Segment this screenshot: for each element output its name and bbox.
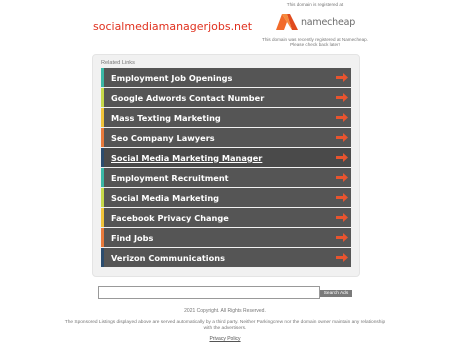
related-link-item[interactable]: Employment Job Openings: [101, 68, 351, 87]
related-link-label: Seo Company Lawyers: [111, 132, 215, 143]
related-link-label: Employment Job Openings: [111, 72, 233, 83]
related-link-item[interactable]: Google Adwords Contact Number: [101, 88, 351, 107]
disclaimer-text: The Sponsored Listings displayed above a…: [64, 320, 386, 331]
related-link-item[interactable]: Social Media Marketing: [101, 188, 351, 207]
arrow-right-icon: [336, 133, 348, 142]
arrow-right-icon: [336, 193, 348, 202]
arrow-right-icon: [336, 213, 348, 222]
arrow-right-icon: [336, 153, 348, 162]
arrow-right-icon: [336, 233, 348, 242]
related-link-item[interactable]: Verizon Communications: [101, 248, 351, 267]
domain-title: socialmediamanagerjobs.net: [93, 20, 253, 33]
arrow-right-icon: [336, 253, 348, 262]
arrow-right-icon: [336, 93, 348, 102]
related-link-item[interactable]: Find Jobs: [101, 228, 351, 247]
link-color-bar: [101, 188, 104, 207]
search-bar: Search Ads: [98, 286, 352, 299]
related-link-label: Social Media Marketing Manager: [111, 152, 263, 163]
registrar-block: This domain is registered at namecheap T…: [262, 2, 368, 48]
namecheap-icon: [275, 14, 298, 30]
link-color-bar: [101, 208, 104, 227]
link-color-bar: [101, 228, 104, 247]
link-color-bar: [101, 248, 104, 267]
related-links-heading: Related Links: [101, 60, 135, 66]
related-link-label: Social Media Marketing: [111, 192, 220, 203]
arrow-right-icon: [336, 73, 348, 82]
related-links-list: Employment Job Openings Google Adwords Co…: [101, 68, 351, 268]
namecheap-logo[interactable]: namecheap: [262, 11, 368, 33]
related-link-item[interactable]: Seo Company Lawyers: [101, 128, 351, 147]
registrar-note: This domain was recently registered at N…: [262, 37, 368, 48]
copyright-text: 2021 Copyright. All Rights Reserved.: [184, 308, 266, 314]
related-link-label: Facebook Privacy Change: [111, 212, 229, 223]
search-ads-button[interactable]: Search Ads: [320, 290, 352, 297]
namecheap-wordmark: namecheap: [300, 16, 356, 28]
privacy-policy-link[interactable]: Privacy Policy: [0, 336, 450, 342]
search-input[interactable]: [98, 286, 320, 299]
arrow-right-icon: [336, 173, 348, 182]
link-color-bar: [101, 88, 104, 107]
arrow-right-icon: [336, 113, 348, 122]
related-link-label: Mass Texting Marketing: [111, 112, 221, 123]
link-color-bar: [101, 168, 104, 187]
related-link-label: Employment Recruitment: [111, 172, 229, 183]
related-link-item[interactable]: Mass Texting Marketing: [101, 108, 351, 127]
related-link-item[interactable]: Social Media Marketing Manager: [101, 148, 351, 167]
related-link-label: Verizon Communications: [111, 252, 225, 263]
link-color-bar: [101, 68, 104, 87]
related-link-label: Find Jobs: [111, 232, 154, 243]
link-color-bar: [101, 128, 104, 147]
link-color-bar: [101, 148, 104, 167]
related-link-label: Google Adwords Contact Number: [111, 92, 265, 103]
registrar-intro: This domain is registered at: [286, 2, 344, 7]
related-link-item[interactable]: Employment Recruitment: [101, 168, 351, 187]
link-color-bar: [101, 108, 104, 127]
related-links-panel: Related Links Employment Job Openings Goo…: [92, 54, 360, 277]
related-link-item[interactable]: Facebook Privacy Change: [101, 208, 351, 227]
